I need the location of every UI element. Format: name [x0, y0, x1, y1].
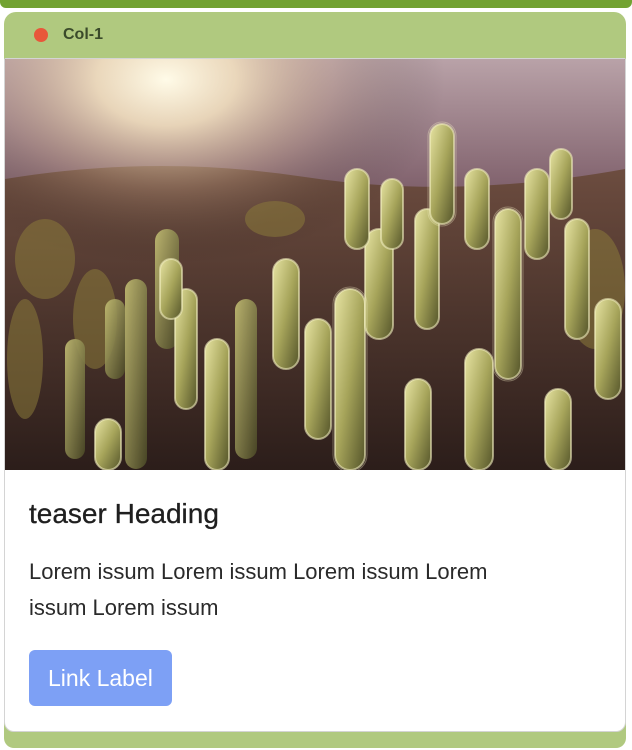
status-dot-icon	[34, 28, 48, 42]
link-button[interactable]: Link Label	[29, 650, 172, 706]
cactus-image	[5, 59, 625, 470]
top-bar	[0, 0, 632, 8]
column-header: Col-1	[4, 12, 626, 58]
card-text: Lorem issum Lorem issum Lorem issum Lore…	[29, 559, 488, 620]
card-body: teaser Heading Lorem issum Lorem issum L…	[29, 470, 599, 706]
card-heading: teaser Heading	[29, 498, 219, 529]
page: Col-1 teaser Heading Lorem issum Lorem i…	[0, 0, 632, 750]
column-title: Col-1	[63, 26, 103, 43]
teaser-card: teaser Heading Lorem issum Lorem issum L…	[4, 58, 626, 732]
column-footer	[4, 732, 626, 748]
